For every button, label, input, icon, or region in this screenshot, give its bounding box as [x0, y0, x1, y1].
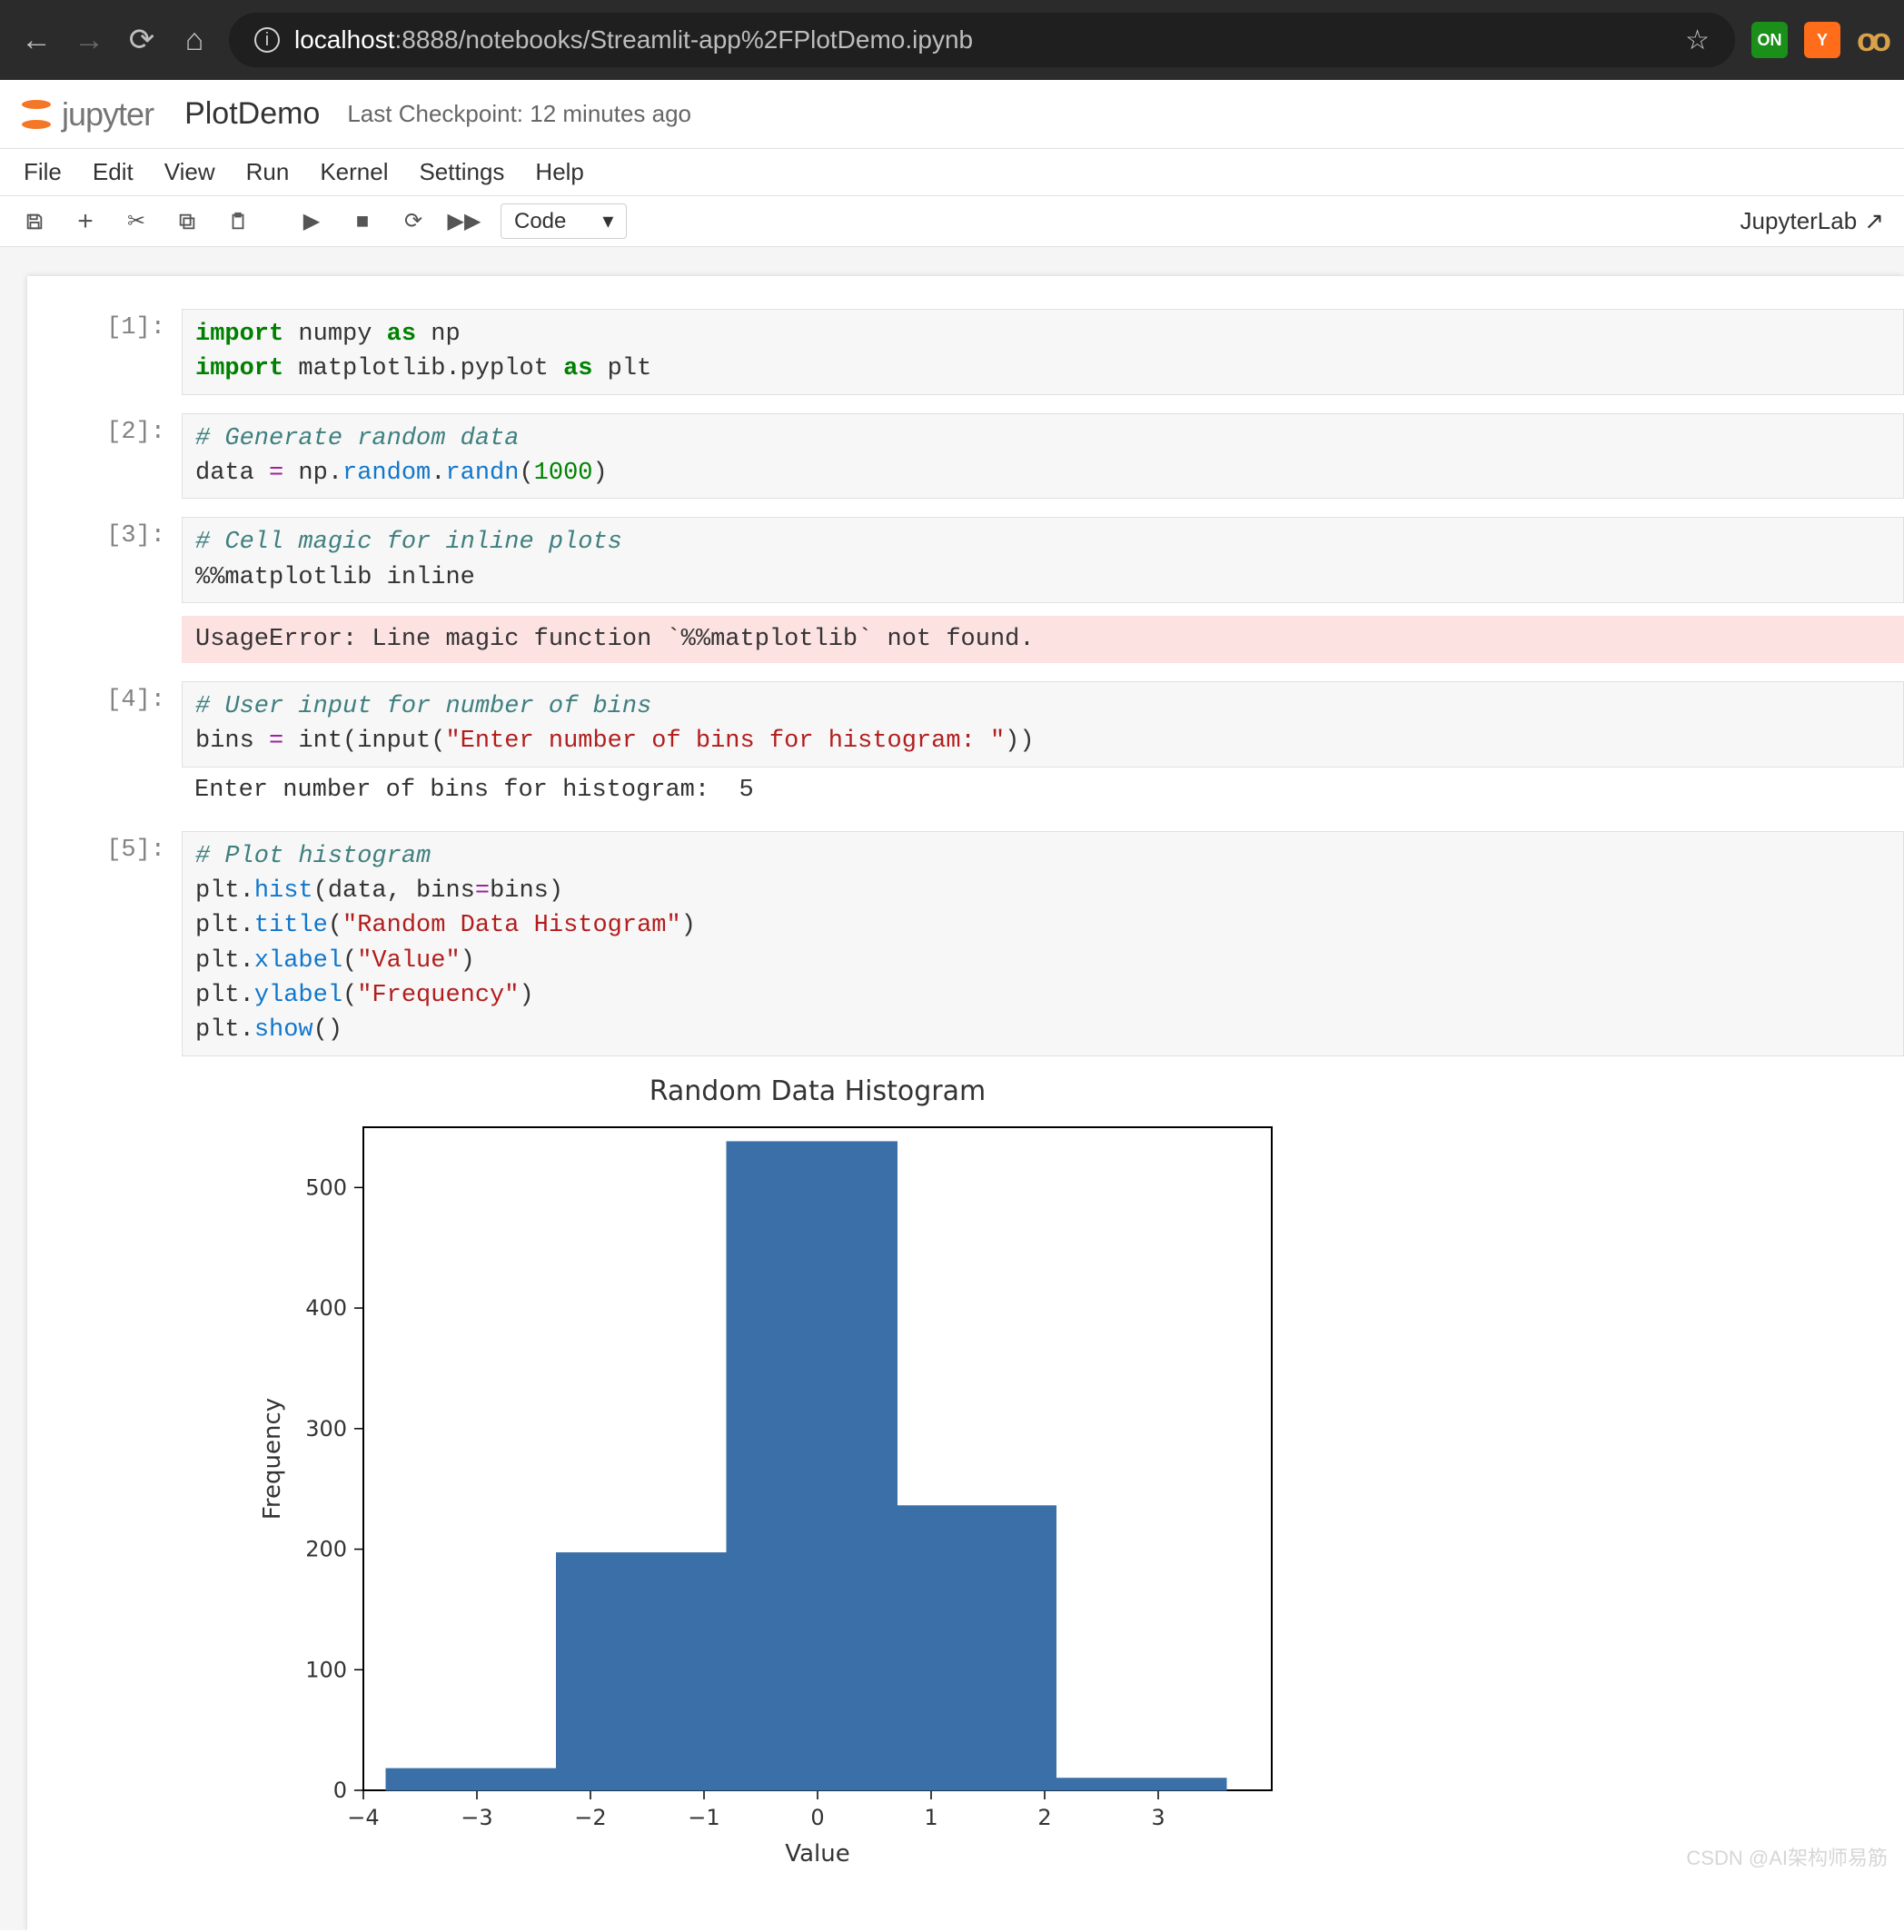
jupyter-logo-icon: [18, 96, 55, 133]
copy-icon[interactable]: [173, 207, 202, 236]
svg-text:2: 2: [1037, 1805, 1051, 1830]
code-input[interactable]: # User input for number of bins bins = i…: [182, 681, 1904, 768]
external-link-icon: ↗: [1864, 207, 1884, 235]
jupyter-logo[interactable]: jupyter: [18, 95, 154, 134]
notebook-scroll-area[interactable]: [1]: import numpy as np import matplotli…: [0, 247, 1904, 1930]
cell-type-label: Code: [514, 209, 566, 234]
run-icon[interactable]: ▶: [297, 207, 326, 236]
svg-text:0: 0: [333, 1778, 347, 1803]
menu-settings[interactable]: Settings: [419, 158, 504, 186]
code-cell[interactable]: [5]: # Plot histogram plt.hist(data, bin…: [27, 831, 1904, 1876]
svg-text:−4: −4: [347, 1805, 379, 1830]
cell-prompt: [3]:: [27, 517, 182, 663]
svg-text:500: 500: [305, 1174, 347, 1200]
checkpoint-text: Last Checkpoint: 12 minutes ago: [347, 100, 691, 128]
menu-bar: File Edit View Run Kernel Settings Help: [0, 149, 1904, 196]
watermark: CSDN @AI架构师易筋: [1686, 1842, 1888, 1871]
chart-output: Random Data Histogram 0 100 200 300 400 500 −4 −…: [182, 1056, 1904, 1876]
site-info-icon[interactable]: i: [254, 27, 280, 53]
home-button[interactable]: ⌂: [176, 23, 213, 58]
code-cell[interactable]: [4]: # User input for number of bins bin…: [27, 681, 1904, 813]
cell-prompt: [5]:: [27, 831, 182, 1876]
notebook-title[interactable]: PlotDemo: [184, 96, 320, 132]
extension-loop-icon[interactable]: oo: [1857, 21, 1886, 59]
save-icon[interactable]: [20, 207, 49, 236]
paste-icon[interactable]: [223, 207, 253, 236]
add-cell-icon[interactable]: +: [71, 207, 100, 236]
menu-kernel[interactable]: Kernel: [320, 158, 388, 186]
svg-text:Value: Value: [785, 1840, 849, 1868]
cell-prompt: [2]:: [27, 413, 182, 500]
error-output: UsageError: Line magic function `%%matpl…: [182, 616, 1904, 663]
jupyter-header: jupyter PlotDemo Last Checkpoint: 12 min…: [0, 80, 1904, 149]
menu-file[interactable]: File: [24, 158, 62, 186]
cell-prompt: [4]:: [27, 681, 182, 813]
cut-icon[interactable]: ✂: [122, 207, 151, 236]
svg-text:200: 200: [305, 1536, 347, 1561]
svg-text:Frequency: Frequency: [259, 1397, 286, 1519]
svg-text:1: 1: [924, 1805, 937, 1830]
svg-text:400: 400: [305, 1295, 347, 1321]
cell-prompt: [1]:: [27, 309, 182, 395]
svg-text:−3: −3: [461, 1805, 492, 1830]
menu-edit[interactable]: Edit: [93, 158, 134, 186]
svg-text:Random Data Histogram: Random Data Histogram: [650, 1075, 987, 1107]
extension-y-badge[interactable]: Y: [1804, 22, 1840, 58]
chevron-down-icon: ▾: [602, 208, 613, 234]
url-text: localhost:8888/notebooks/Streamlit-app%2…: [294, 25, 973, 54]
code-cell[interactable]: [2]: # Generate random data data = np.ra…: [27, 413, 1904, 500]
menu-view[interactable]: View: [164, 158, 215, 186]
svg-text:100: 100: [305, 1657, 347, 1682]
notebook: [1]: import numpy as np import matplotli…: [27, 276, 1904, 1930]
extension-on-badge[interactable]: ON: [1751, 22, 1788, 58]
svg-text:−2: −2: [574, 1805, 606, 1830]
url-bar[interactable]: i localhost:8888/notebooks/Streamlit-app…: [229, 13, 1735, 67]
stdout-output: Enter number of bins for histogram: 5: [182, 768, 1904, 813]
reload-button[interactable]: ⟳: [124, 22, 160, 58]
bookmark-star-icon[interactable]: ☆: [1685, 25, 1710, 56]
stop-icon[interactable]: ■: [348, 207, 377, 236]
code-input[interactable]: # Generate random data data = np.random.…: [182, 413, 1904, 500]
restart-icon[interactable]: ⟳: [399, 207, 428, 236]
menu-help[interactable]: Help: [535, 158, 583, 186]
code-input[interactable]: # Plot histogram plt.hist(data, bins=bin…: [182, 831, 1904, 1056]
code-cell[interactable]: [3]: # Cell magic for inline plots %%mat…: [27, 517, 1904, 663]
back-button[interactable]: ←: [18, 23, 55, 58]
svg-text:300: 300: [305, 1415, 347, 1441]
histogram-chart: Random Data Histogram 0 100 200 300 400 500 −4 −…: [254, 1073, 1290, 1872]
svg-text:0: 0: [810, 1805, 824, 1830]
code-input[interactable]: # Cell magic for inline plots %%matplotl…: [182, 517, 1904, 603]
fast-forward-icon[interactable]: ▶▶: [450, 207, 479, 236]
cell-type-select[interactable]: Code ▾: [501, 203, 627, 239]
svg-text:3: 3: [1151, 1805, 1165, 1830]
svg-text:−1: −1: [688, 1805, 719, 1830]
code-input[interactable]: import numpy as np import matplotlib.pyp…: [182, 309, 1904, 395]
toolbar: + ✂ ▶ ■ ⟳ ▶▶ Code ▾ JupyterLab ↗: [0, 196, 1904, 247]
menu-run[interactable]: Run: [246, 158, 290, 186]
browser-toolbar: ← → ⟳ ⌂ i localhost:8888/notebooks/Strea…: [0, 0, 1904, 80]
code-cell[interactable]: [1]: import numpy as np import matplotli…: [27, 309, 1904, 395]
forward-button[interactable]: →: [71, 23, 107, 58]
open-jupyterlab-link[interactable]: JupyterLab ↗: [1740, 207, 1884, 235]
jupyterlab-link-text: JupyterLab: [1740, 207, 1858, 235]
jupyter-logo-text: jupyter: [62, 95, 154, 134]
